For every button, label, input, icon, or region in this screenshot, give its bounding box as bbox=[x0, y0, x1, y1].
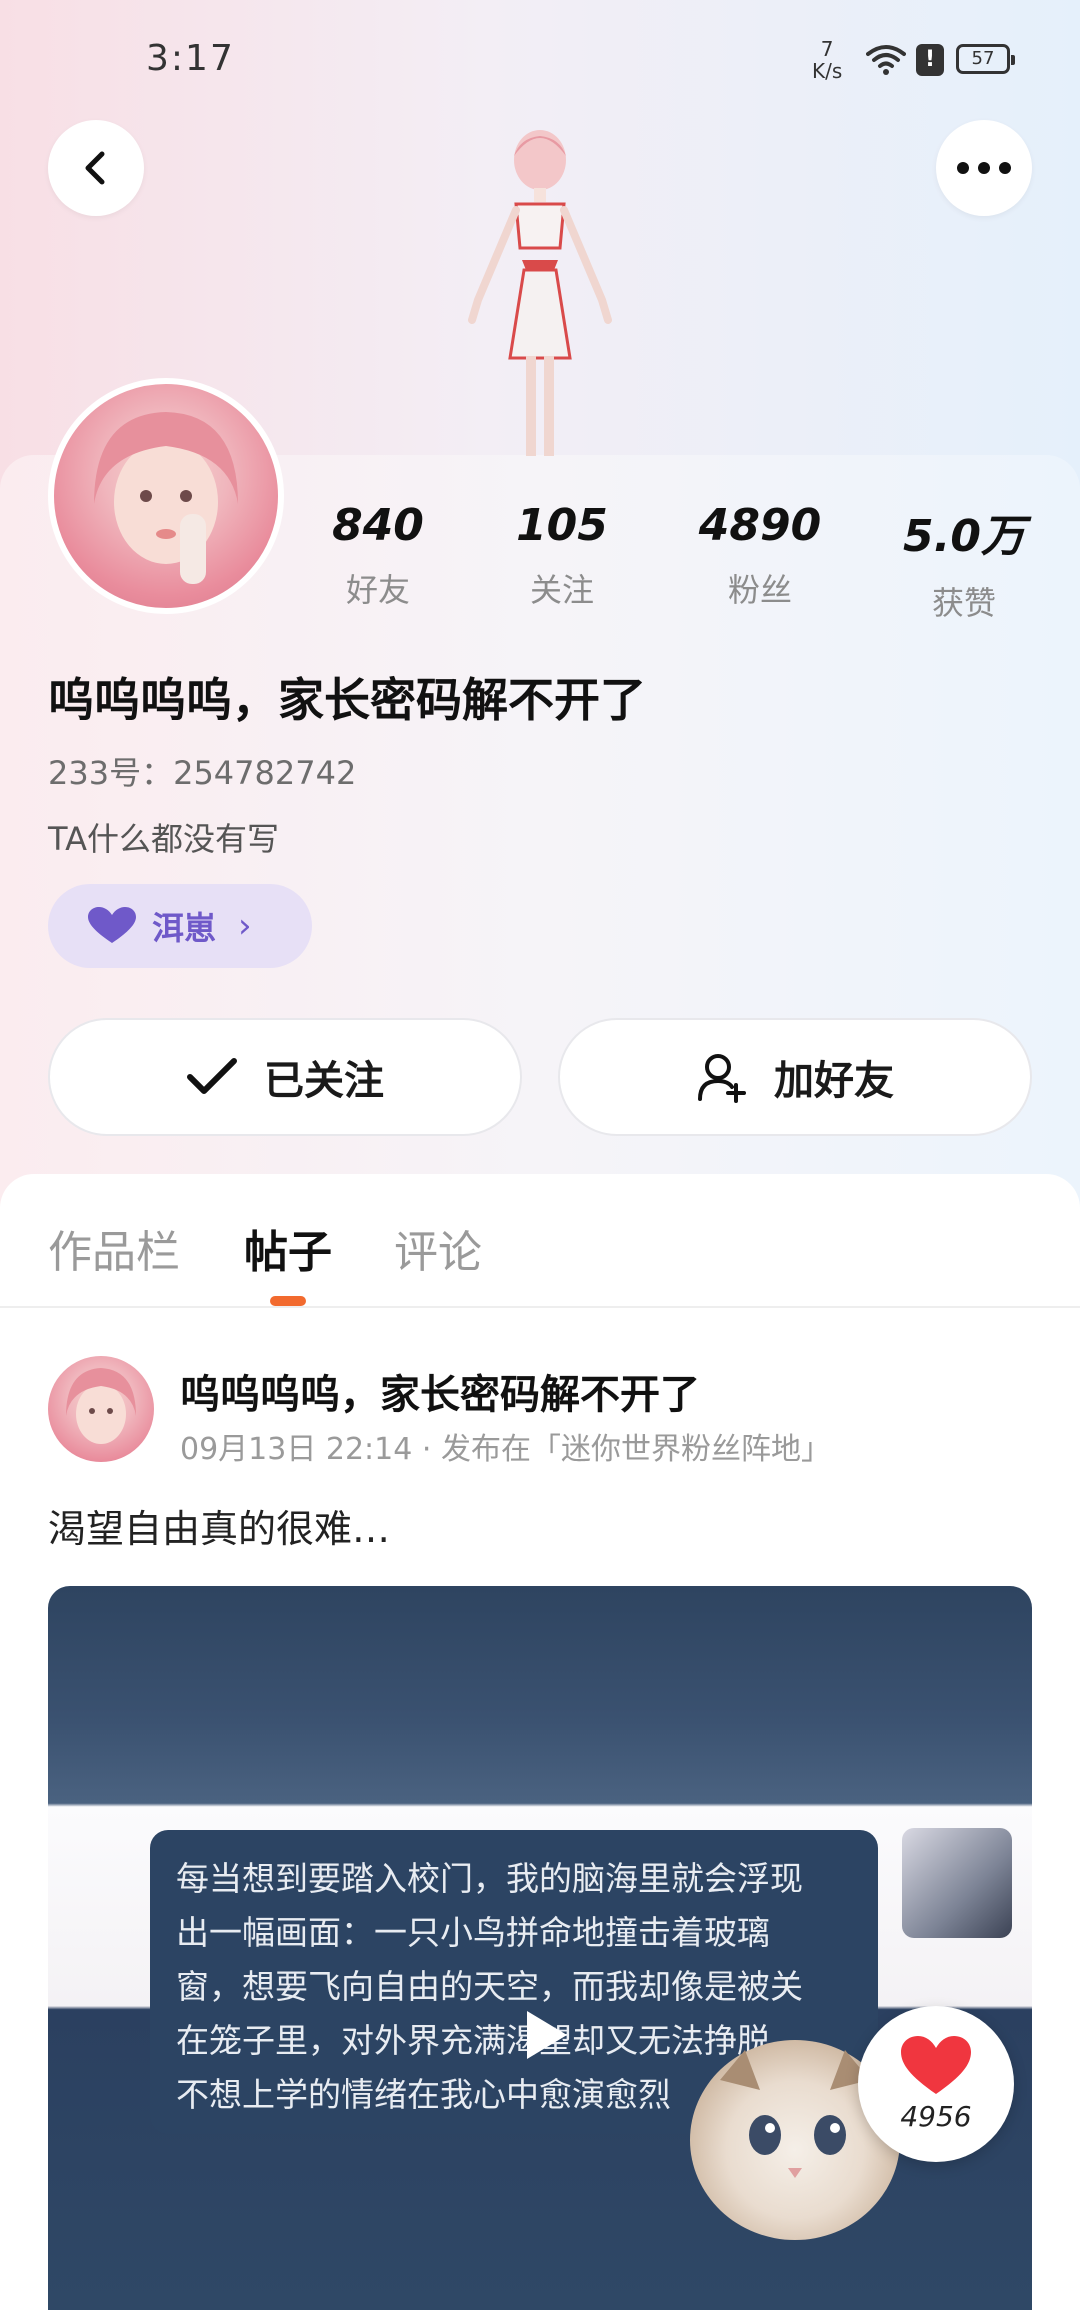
avatar-character-figure bbox=[468, 130, 612, 456]
add-friend-button-label: 加好友 bbox=[774, 1058, 894, 1104]
profile-username: 呜呜呜呜，家长密码解不开了 bbox=[48, 673, 646, 727]
avatar-portrait bbox=[66, 1368, 136, 1444]
profile-avatar[interactable] bbox=[48, 378, 284, 614]
video-thumbnail-image bbox=[902, 1828, 1012, 1938]
profile-bio: TA什么都没有写 bbox=[48, 820, 279, 858]
avatar-portrait bbox=[94, 412, 238, 584]
stat-label: 好友 bbox=[345, 571, 410, 609]
video-text-line: 出一幅画面：一只小鸟拼命地撞击着玻璃 bbox=[176, 1913, 770, 1952]
network-speed-value: 7 bbox=[820, 37, 834, 61]
battery-icon: 57 bbox=[956, 44, 1015, 74]
stat-value: 840 bbox=[332, 500, 424, 551]
tab-posts[interactable]: 帖子 bbox=[244, 1216, 332, 1280]
stat-value: 5.0万 bbox=[903, 511, 1025, 562]
heart-icon bbox=[88, 907, 136, 943]
chevron-left-icon bbox=[85, 151, 105, 185]
stat-value: 105 bbox=[516, 500, 608, 551]
play-button[interactable] bbox=[496, 1990, 596, 2080]
post-author-name[interactable]: 呜呜呜呜，家长密码解不开了 bbox=[180, 1362, 700, 1420]
alert-icon: ! bbox=[916, 44, 944, 76]
active-tab-indicator bbox=[270, 1296, 306, 1306]
stat-label: 粉丝 bbox=[727, 571, 792, 609]
post-meta: 09月13日 22:14 · 发布在「迷你世界粉丝阵地」 bbox=[180, 1432, 831, 1467]
post-text[interactable]: 渴望自由真的很难… bbox=[48, 1498, 390, 1553]
stat-value: 4890 bbox=[698, 500, 822, 551]
tab-comments[interactable]: 评论 bbox=[394, 1216, 482, 1280]
tab-works[interactable]: 作品栏 bbox=[48, 1216, 180, 1280]
stat-label: 关注 bbox=[529, 571, 594, 609]
stat-following[interactable]: 105 关注 bbox=[482, 500, 642, 611]
play-icon bbox=[527, 2011, 567, 2059]
post-author-avatar[interactable] bbox=[48, 1356, 154, 1462]
more-options-button[interactable] bbox=[936, 120, 1032, 216]
network-speed: 7 K/s bbox=[812, 38, 842, 82]
check-icon bbox=[187, 1058, 237, 1094]
tag-label: 洱崽 bbox=[152, 909, 217, 947]
heart-icon bbox=[901, 2035, 971, 2094]
following-button-label: 已关注 bbox=[264, 1058, 384, 1104]
tabs-divider bbox=[0, 1306, 1080, 1308]
chevron-right-icon: › bbox=[238, 906, 252, 946]
video-text-line: 每当想到要踏入校门，我的脑海里就会浮现 bbox=[176, 1859, 803, 1898]
back-button[interactable] bbox=[48, 120, 144, 216]
like-button[interactable]: 4956 bbox=[858, 2006, 1014, 2162]
profile-user-id: 233号：254782742 bbox=[48, 754, 357, 792]
status-time: 3:17 bbox=[146, 38, 235, 79]
network-speed-unit: K/s bbox=[812, 59, 843, 83]
following-button[interactable]: 已关注 bbox=[48, 1018, 522, 1136]
profile-tag-pill[interactable]: 洱崽 › bbox=[48, 884, 312, 968]
like-count: 4956 bbox=[900, 2099, 972, 2133]
stat-fans[interactable]: 4890 粉丝 bbox=[680, 500, 840, 611]
wifi-icon bbox=[866, 45, 906, 75]
add-friend-button[interactable]: 加好友 bbox=[558, 1018, 1032, 1136]
stat-friends[interactable]: 840 好友 bbox=[298, 500, 458, 611]
stat-label: 获赞 bbox=[931, 584, 996, 622]
more-dots-icon bbox=[957, 162, 1011, 174]
add-user-icon bbox=[698, 1054, 746, 1103]
stat-likes[interactable]: 5.0万 获赞 bbox=[884, 500, 1044, 624]
